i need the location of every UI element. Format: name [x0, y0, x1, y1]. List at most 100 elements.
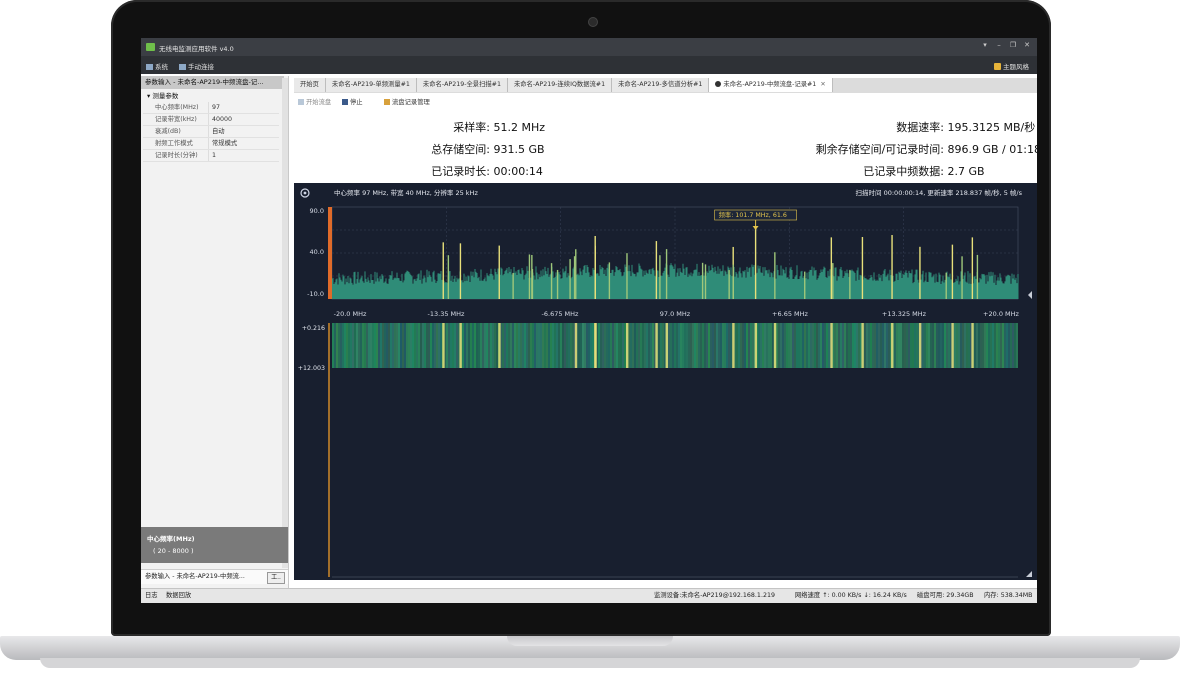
tree-group-measure[interactable]: ▾ 测量参数 — [143, 91, 279, 102]
panel-footer: 参数输入 - 未命名-AP219-中频流... 工.. — [141, 569, 288, 584]
waterfall-signal — [665, 323, 668, 368]
stat-label: 采样率: — [453, 121, 490, 134]
param-key: 射频工作模式 — [143, 138, 209, 149]
tab-iq-stream[interactable]: 未命名-AP219-连续IQ数据流#1 — [507, 78, 613, 92]
panel-scrollbar[interactable] — [282, 78, 288, 568]
tab-label: 未命名-AP219-连续IQ数据流#1 — [513, 81, 606, 88]
minimize-icon[interactable]: – — [995, 41, 1003, 50]
stat-remaining-storage: 剩余存储空间/可记录时间: 896.9 GB / 01:18:22 — [714, 141, 1037, 157]
x-tick-label: -13.35 MHz — [428, 310, 466, 318]
resize-grip-icon[interactable] — [1026, 571, 1032, 577]
waterfall-signal — [951, 323, 954, 368]
app-logo-icon — [146, 43, 155, 51]
start-record-button[interactable]: 开始流盘 — [298, 97, 331, 106]
param-row-center-freq[interactable]: 中心频率(MHz) 97 — [143, 102, 279, 114]
device-status: 监测设备:未命名-AP219@192.168.1.219 — [654, 592, 775, 599]
tab-panorama-scan[interactable]: 未命名-AP219-全景扫描#1 — [416, 78, 508, 92]
tab-start-page[interactable]: 开始页 — [294, 78, 326, 92]
playback-tab[interactable]: 数据回放 — [166, 589, 191, 603]
tab-label: 未命名-AP219-多信道分析#1 — [618, 81, 703, 88]
stat-value: 896.9 GB / 01:18:22 — [947, 143, 1038, 156]
record-manage-label: 流盘记录管理 — [392, 99, 430, 106]
tab-label: 开始页 — [300, 81, 319, 88]
menu-connect-label: 手动连接 — [188, 63, 214, 71]
waterfall-signal — [732, 323, 735, 368]
spectrum-info-right: 扫描时间 00:00:00:14, 更新速率 218.837 帧/秒, 5 帧/… — [856, 188, 1023, 197]
y-tick-label: -10.0 — [307, 290, 324, 298]
x-tick-label: +13.325 MHz — [882, 310, 927, 318]
waterfall-signal — [830, 323, 833, 368]
spectrum-panel: 中心频率 97 MHz, 带宽 40 MHz, 分辨率 25 kHz 扫描时间 … — [294, 183, 1037, 580]
param-row-bandwidth[interactable]: 记录带宽(kHz) 40000 — [143, 114, 279, 126]
stop-icon — [342, 99, 348, 105]
close-tab-icon[interactable]: ✕ — [820, 81, 825, 88]
camera-icon — [588, 17, 598, 27]
param-key: 记录时长(分钟) — [143, 150, 209, 161]
stat-value: 00:00:14 — [493, 165, 543, 178]
stat-value: 2.7 GB — [947, 165, 985, 178]
waterfall-signal — [754, 323, 758, 368]
tools-tab[interactable]: 工.. — [267, 572, 285, 584]
stat-recorded-data: 已记录中频数据: 2.7 GB — [714, 163, 985, 179]
disk-free: 磁盘可用: 29.34GB — [917, 592, 974, 599]
stat-value: 195.3125 MB/秒 — [947, 121, 1036, 134]
param-description-title: 中心频率(MHz) — [147, 535, 195, 543]
param-row-rf-mode[interactable]: 射频工作模式 常规模式 — [143, 138, 279, 150]
system-icon — [146, 64, 153, 70]
close-icon[interactable]: ✕ — [1023, 41, 1031, 50]
level-bar — [328, 207, 332, 299]
stat-label: 剩余存储空间/可记录时间: — [815, 143, 944, 156]
theme-button[interactable]: 主题风格 — [994, 61, 1029, 71]
stat-label: 数据速率: — [896, 121, 944, 134]
waterfall-signal — [459, 323, 462, 368]
frequency-marker[interactable]: 频率: 101.7 MHz, 61.6 — [714, 209, 797, 230]
tab-label: 未命名-AP219-单频测量#1 — [331, 81, 410, 88]
log-tab[interactable]: 日志 — [145, 589, 158, 603]
param-description-range: ( 20 - 8000 ) — [153, 547, 194, 555]
param-row-duration[interactable]: 记录时长(分钟) 1 — [143, 150, 279, 162]
param-value[interactable]: 自动 — [209, 126, 225, 137]
y-tick-label: 40.0 — [310, 248, 324, 256]
waterfall-signal — [971, 323, 974, 368]
pin-icon[interactable]: ▾ — [981, 41, 989, 50]
param-row-attenuation[interactable]: 衰减(dB) 自动 — [143, 126, 279, 138]
stop-button[interactable]: 停止 — [342, 97, 363, 106]
memory-usage: 内存: 538.34MB — [984, 592, 1033, 599]
panel-footer-tab[interactable]: 参数输入 - 未命名-AP219-中频流... — [141, 573, 245, 580]
tab-multichannel[interactable]: 未命名-AP219-多信道分析#1 — [612, 78, 710, 92]
record-toolbar: 开始流盘 停止 流盘记录管理 — [294, 95, 1037, 109]
restore-icon[interactable]: ❐ — [1009, 41, 1017, 50]
x-tick-label: +6.65 MHz — [772, 310, 808, 318]
stat-label: 已记录时长: — [431, 165, 490, 178]
document-tabs: 开始页 未命名-AP219-单频测量#1 未命名-AP219-全景扫描#1 未命… — [294, 78, 1037, 93]
stat-recorded-duration: 已记录时长: 00:00:14 — [394, 163, 543, 179]
menu-system[interactable]: 系统 — [146, 61, 168, 71]
x-tick-label: 97.0 MHz — [660, 310, 691, 318]
menu-manual-connect[interactable]: 手动连接 — [179, 61, 214, 71]
stat-value: 51.2 MHz — [493, 121, 546, 134]
waterfall-signal — [891, 323, 894, 368]
tab-single-freq[interactable]: 未命名-AP219-单频测量#1 — [325, 78, 417, 92]
menu-system-label: 系统 — [155, 63, 168, 71]
theme-label: 主题风格 — [1003, 63, 1029, 71]
param-key: 记录带宽(kHz) — [143, 114, 209, 125]
settings-icon[interactable] — [300, 188, 310, 198]
param-value[interactable]: 1 — [209, 150, 216, 161]
param-value[interactable]: 常规模式 — [209, 138, 237, 149]
connect-icon — [179, 64, 186, 70]
waterfall-signal — [773, 323, 777, 368]
collapse-handle-icon[interactable] — [1028, 291, 1032, 299]
waterfall-signal — [594, 323, 597, 368]
spectrum-info-left: 中心频率 97 MHz, 带宽 40 MHz, 分辨率 25 kHz — [334, 188, 478, 197]
param-description: 中心频率(MHz) ( 20 - 8000 ) — [141, 527, 288, 563]
waterfall-signal — [442, 323, 445, 368]
tree-group-label: 测量参数 — [152, 92, 179, 100]
laptop-base-notch — [507, 636, 673, 646]
param-value[interactable]: 97 — [209, 102, 220, 113]
laptop-base-bottom — [40, 658, 1140, 668]
tab-if-record[interactable]: 未命名-AP219-中频流盘-记录#1 ✕ — [709, 78, 833, 92]
spectrum-svg[interactable]: 中心频率 97 MHz, 带宽 40 MHz, 分辨率 25 kHz 扫描时间 … — [294, 183, 1037, 580]
param-value[interactable]: 40000 — [209, 114, 232, 125]
record-manage-button[interactable]: 流盘记录管理 — [384, 97, 430, 106]
title-bar: 无线电监测应用软件 v4.0 ▾ – ❐ ✕ — [141, 38, 1037, 56]
